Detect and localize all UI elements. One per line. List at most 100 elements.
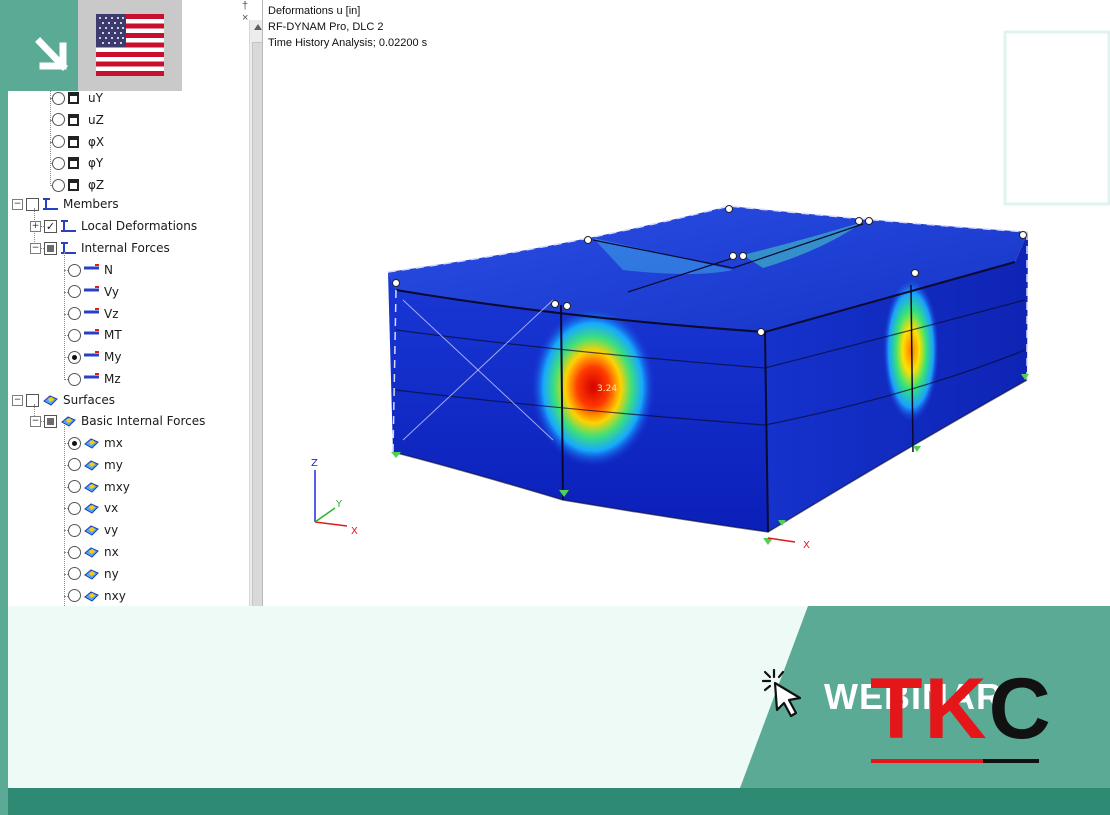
- surface-force-icon: [84, 591, 99, 602]
- surface-force-icon: [84, 438, 99, 449]
- us-flag-icon: [96, 14, 164, 76]
- scroll-thumb[interactable]: [252, 42, 262, 606]
- tree-basic-internal-forces[interactable]: − Basic Internal Forces: [30, 411, 205, 431]
- tree-local-deformations[interactable]: + ✓ Local Deformations: [30, 216, 197, 236]
- radio-button[interactable]: [68, 545, 81, 559]
- scroll-up-icon[interactable]: [254, 24, 262, 30]
- member-force-item[interactable]: Vy: [68, 282, 119, 302]
- member-force-icon: [84, 285, 99, 292]
- surface-force-item[interactable]: nxy: [68, 586, 126, 606]
- basic-internal-forces-label: Basic Internal Forces: [81, 414, 206, 428]
- member-force-item[interactable]: N: [68, 260, 113, 280]
- node-deformation-icon: [68, 135, 79, 148]
- radio-button[interactable]: [52, 113, 65, 127]
- surface-force-label: vx: [104, 501, 119, 516]
- radio-button[interactable]: [68, 589, 81, 603]
- bottom-strip: [8, 788, 1110, 815]
- radio-button[interactable]: [68, 523, 81, 537]
- model-render: 3.24 Z Y X X: [311, 30, 1110, 551]
- node-result-item[interactable]: φX: [52, 132, 104, 152]
- member-force-item[interactable]: My: [68, 347, 121, 367]
- tkc-logo-red: TK: [870, 661, 989, 757]
- surface-force-label: vy: [104, 523, 119, 538]
- tree-connector: [64, 252, 65, 380]
- tree-internal-forces[interactable]: − Internal Forces: [30, 238, 170, 258]
- member-force-label: Vy: [104, 284, 119, 299]
- radio-button[interactable]: [68, 263, 81, 277]
- member-force-item[interactable]: Vz: [68, 304, 119, 324]
- node-deformation-icon: [68, 157, 79, 170]
- radio-button[interactable]: [68, 436, 81, 450]
- internal-forces-label: Internal Forces: [81, 241, 170, 255]
- collapse-icon[interactable]: −: [12, 198, 23, 210]
- tree-surfaces[interactable]: − Surfaces: [12, 390, 115, 410]
- node-result-item[interactable]: φZ: [52, 175, 104, 195]
- radio-button[interactable]: [52, 156, 65, 170]
- radio-button[interactable]: [68, 350, 81, 364]
- internal-forces-icon: [61, 242, 76, 254]
- surface-force-label: my: [104, 457, 123, 472]
- arrow-box: [8, 0, 78, 91]
- node-result-label: φZ: [88, 178, 105, 193]
- pin-icon[interactable]: †: [242, 0, 248, 12]
- surface-force-label: nx: [104, 545, 119, 559]
- member-force-icon: [84, 351, 99, 357]
- tree-members[interactable]: − Members: [12, 194, 119, 214]
- radio-button[interactable]: [68, 328, 81, 342]
- radio-button[interactable]: [52, 178, 65, 192]
- checkbox-partial[interactable]: [44, 414, 57, 428]
- surface-force-item[interactable]: nx: [68, 542, 119, 562]
- radio-button[interactable]: [68, 501, 81, 515]
- radio-button[interactable]: [68, 458, 81, 472]
- node-result-label: φY: [88, 156, 104, 171]
- result-value-label: 3.24: [597, 384, 617, 394]
- checkbox-partial[interactable]: [44, 241, 57, 255]
- tkc-logo-black: C: [988, 661, 1053, 757]
- member-force-label: MT: [104, 328, 122, 343]
- radio-button[interactable]: [68, 285, 81, 299]
- surface-force-item[interactable]: mx: [68, 433, 123, 453]
- info-panel-outline: [1003, 30, 1110, 206]
- member-force-label: Mz: [104, 372, 121, 386]
- member-force-icon: [84, 373, 99, 379]
- radio-button[interactable]: [52, 135, 65, 149]
- radio-button[interactable]: [52, 91, 65, 105]
- language-badge[interactable]: [8, 0, 182, 91]
- local-deformations-label: Local Deformations: [81, 219, 198, 233]
- radio-button[interactable]: [68, 567, 81, 581]
- node-result-item[interactable]: φY: [52, 153, 103, 173]
- 3d-viewport[interactable]: Deformations u [in] RF-DYNAM Pro, DLC 2 …: [263, 0, 1110, 606]
- tkc-underline: [871, 759, 1039, 763]
- surface-force-item[interactable]: vx: [68, 498, 118, 518]
- node-result-item[interactable]: uZ: [52, 110, 104, 130]
- member-force-item[interactable]: MT: [68, 325, 122, 345]
- surface-force-item[interactable]: ny: [68, 564, 119, 584]
- surface-force-label: ny: [104, 566, 119, 581]
- surface-force-item[interactable]: vy: [68, 520, 118, 540]
- checkbox-checked[interactable]: ✓: [44, 219, 57, 233]
- arrow-down-right-icon: [35, 37, 68, 71]
- local-deformations-icon: [61, 220, 76, 232]
- surface-force-icon: [84, 525, 99, 536]
- surface-force-label: mxy: [104, 479, 130, 494]
- collapse-icon[interactable]: −: [12, 394, 23, 406]
- checkbox[interactable]: [26, 393, 39, 407]
- close-icon[interactable]: ×: [242, 12, 248, 24]
- collapse-icon[interactable]: −: [30, 415, 41, 427]
- surface-force-item[interactable]: mxy: [68, 477, 130, 497]
- tree-scrollbar[interactable]: [249, 20, 262, 606]
- member-force-item[interactable]: Mz: [68, 369, 121, 389]
- collapse-icon[interactable]: −: [30, 242, 41, 254]
- member-force-icon: [84, 264, 99, 270]
- member-force-icon: [84, 307, 99, 314]
- radio-button[interactable]: [68, 480, 81, 494]
- radio-button[interactable]: [68, 372, 81, 386]
- member-force-icon: [84, 329, 99, 335]
- checkbox[interactable]: [26, 197, 39, 211]
- members-label: Members: [63, 197, 119, 211]
- radio-button[interactable]: [68, 307, 81, 321]
- node-result-label: φX: [88, 134, 105, 149]
- node-deformation-icon: [68, 179, 79, 192]
- expand-icon[interactable]: +: [30, 220, 41, 232]
- surface-force-item[interactable]: my: [68, 455, 123, 475]
